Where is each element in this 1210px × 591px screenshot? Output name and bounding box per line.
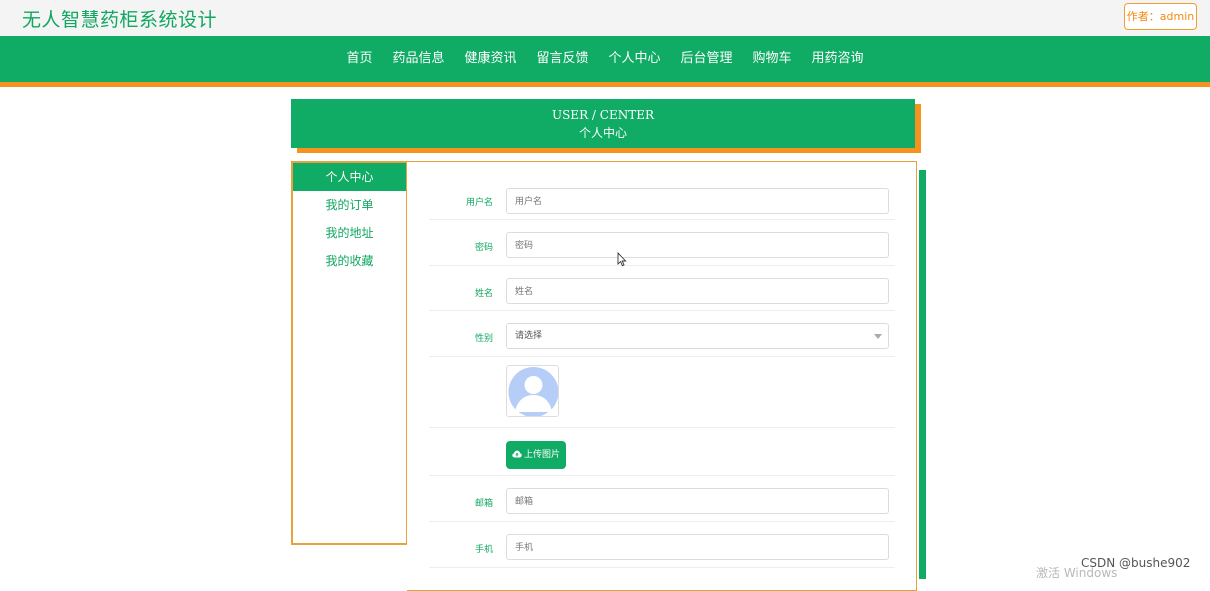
gender-select[interactable]: 请选择 <box>506 323 889 349</box>
nav-item-cart[interactable]: 购物车 <box>743 36 802 82</box>
profile-form-panel: 用户名 密码 姓名 性别 请选择 上传 <box>407 161 917 591</box>
form-row-email: 邮箱 <box>429 476 895 522</box>
password-label: 密码 <box>474 243 493 253</box>
form-row-username: 用户名 <box>429 176 895 220</box>
banner-title-en: USER / CENTER <box>551 108 655 122</box>
form-row-upload: 上传图片 <box>429 428 895 476</box>
sidebar-item-my-address[interactable]: 我的地址 <box>293 219 406 247</box>
username-label: 用户名 <box>465 198 493 208</box>
sidebar-item-my-favorites[interactable]: 我的收藏 <box>293 247 406 275</box>
nav-item-drug-info[interactable]: 药品信息 <box>382 36 454 82</box>
gender-label: 性别 <box>474 334 493 344</box>
top-header-bar: 无人智慧药柜系统设计 作者：admin <box>0 0 1210 36</box>
cloud-upload-icon <box>512 450 522 458</box>
form-row-phone: 手机 <box>429 522 895 568</box>
upload-image-button[interactable]: 上传图片 <box>506 441 566 469</box>
nav-item-feedback[interactable]: 留言反馈 <box>526 36 598 82</box>
form-row-name: 姓名 <box>429 266 895 311</box>
nav-item-health-news[interactable]: 健康资讯 <box>454 36 526 82</box>
phone-label: 手机 <box>474 545 493 555</box>
nav-menu: 首页 药品信息 健康资讯 留言反馈 个人中心 后台管理 购物车 用药咨询 <box>0 36 1210 82</box>
site-title: 无人智慧药柜系统设计 <box>22 9 218 31</box>
form-row-password: 密码 <box>429 220 895 266</box>
form-panel-shadow <box>919 170 926 579</box>
name-input[interactable] <box>506 278 889 304</box>
password-input[interactable] <box>506 232 889 258</box>
author-badge[interactable]: 作者：admin <box>1124 3 1197 30</box>
gender-select-value: 请选择 <box>515 331 543 341</box>
form-row-gender: 性别 请选择 <box>429 311 895 357</box>
nav-item-consult[interactable]: 用药咨询 <box>802 36 874 82</box>
avatar-placeholder-icon <box>507 366 558 416</box>
phone-input[interactable] <box>506 534 889 560</box>
email-label: 邮箱 <box>474 499 493 509</box>
nav-item-home[interactable]: 首页 <box>336 36 382 82</box>
username-input[interactable] <box>506 188 889 214</box>
upload-button-label: 上传图片 <box>523 450 560 460</box>
name-label: 姓名 <box>474 289 493 299</box>
nav-item-admin[interactable]: 后台管理 <box>671 36 743 82</box>
sidebar-item-user-center[interactable]: 个人中心 <box>293 163 406 191</box>
email-input[interactable] <box>506 488 889 514</box>
chevron-down-icon <box>874 334 882 339</box>
sidebar-item-my-orders[interactable]: 我的订单 <box>293 191 406 219</box>
form-row-avatar <box>429 357 895 428</box>
main-navbar: 首页 药品信息 健康资讯 留言反馈 个人中心 后台管理 购物车 用药咨询 <box>0 36 1210 87</box>
mouse-cursor-icon <box>617 252 627 267</box>
csdn-watermark: CSDN @bushe902 <box>1081 556 1191 570</box>
sidebar: 个人中心 我的订单 我的地址 我的收藏 <box>291 161 408 545</box>
nav-item-user-center[interactable]: 个人中心 <box>599 36 671 82</box>
avatar-preview[interactable] <box>506 365 559 417</box>
banner-title-cn: 个人中心 <box>578 126 627 140</box>
page-banner: USER / CENTER 个人中心 <box>291 99 915 148</box>
